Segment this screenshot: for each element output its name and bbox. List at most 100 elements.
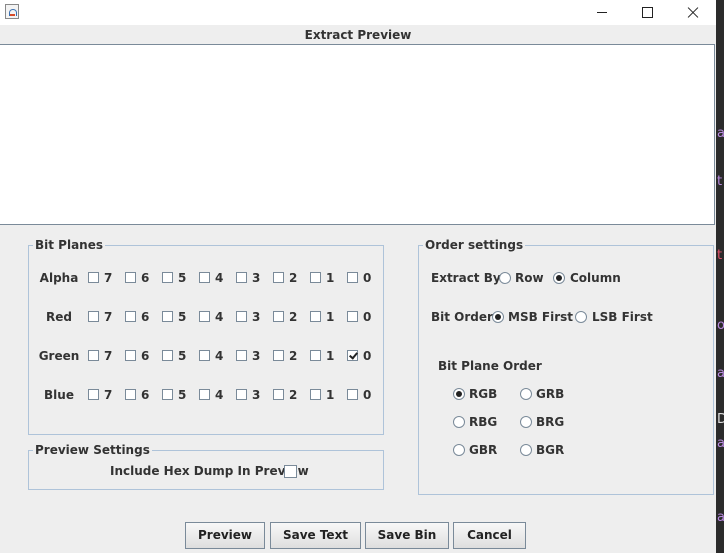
close-button[interactable] bbox=[670, 0, 716, 25]
bit-label[interactable]: 5 bbox=[178, 388, 186, 402]
bit-checkbox[interactable] bbox=[199, 350, 210, 361]
bg-char: t bbox=[717, 174, 723, 189]
plane-order-radio-bgr[interactable] bbox=[520, 444, 532, 456]
bit-checkbox[interactable] bbox=[347, 389, 358, 400]
plane-order-radio-rbg[interactable] bbox=[453, 416, 465, 428]
bit-label[interactable]: 4 bbox=[215, 349, 223, 363]
bit-checkbox[interactable] bbox=[88, 350, 99, 361]
lsb-first-radio[interactable] bbox=[575, 311, 587, 323]
bit-checkbox[interactable] bbox=[310, 389, 321, 400]
plane-order-radio-gbr[interactable] bbox=[453, 444, 465, 456]
bit-label[interactable]: 5 bbox=[178, 271, 186, 285]
bit-checkbox[interactable] bbox=[88, 389, 99, 400]
bit-checkbox[interactable] bbox=[88, 311, 99, 322]
bit-label[interactable]: 6 bbox=[141, 310, 149, 324]
bit-label[interactable]: 3 bbox=[252, 271, 260, 285]
bit-checkbox[interactable] bbox=[310, 272, 321, 283]
bit-label[interactable]: 1 bbox=[326, 349, 334, 363]
bit-checkbox[interactable] bbox=[125, 389, 136, 400]
bit-label[interactable]: 7 bbox=[104, 271, 112, 285]
bit-checkbox[interactable] bbox=[236, 350, 247, 361]
extract-by-column-label[interactable]: Column bbox=[570, 271, 621, 285]
bit-label[interactable]: 0 bbox=[363, 310, 371, 324]
bit-label[interactable]: 2 bbox=[289, 271, 297, 285]
bit-checkbox[interactable] bbox=[199, 272, 210, 283]
plane-order-radio-rgb[interactable] bbox=[453, 388, 465, 400]
bit-label[interactable]: 3 bbox=[252, 388, 260, 402]
bit-checkbox[interactable] bbox=[125, 272, 136, 283]
bit-label[interactable]: 3 bbox=[252, 349, 260, 363]
bit-checkbox[interactable] bbox=[162, 272, 173, 283]
bit-checkbox[interactable] bbox=[162, 389, 173, 400]
hex-dump-checkbox[interactable] bbox=[284, 465, 297, 478]
lsb-first-label[interactable]: LSB First bbox=[592, 310, 653, 324]
extract-by-column-radio[interactable] bbox=[553, 272, 565, 284]
bit-label[interactable]: 3 bbox=[252, 310, 260, 324]
plane-order-label-grb[interactable]: GRB bbox=[536, 387, 564, 401]
bit-label[interactable]: 2 bbox=[289, 310, 297, 324]
preview-button[interactable]: Preview bbox=[185, 522, 265, 549]
bit-label[interactable]: 2 bbox=[289, 388, 297, 402]
bit-label[interactable]: 1 bbox=[326, 271, 334, 285]
save-text-button[interactable]: Save Text bbox=[270, 522, 361, 549]
bit-label[interactable]: 6 bbox=[141, 271, 149, 285]
bit-label[interactable]: 0 bbox=[363, 271, 371, 285]
bg-char: a bbox=[717, 366, 724, 381]
plane-order-label-gbr[interactable]: GBR bbox=[469, 443, 497, 457]
bit-checkbox[interactable] bbox=[162, 311, 173, 322]
plane-order-label-rgb[interactable]: RGB bbox=[469, 387, 497, 401]
bit-label[interactable]: 1 bbox=[326, 310, 334, 324]
bit-checkbox[interactable] bbox=[162, 350, 173, 361]
plane-order-radio-brg[interactable] bbox=[520, 416, 532, 428]
bit-label[interactable]: 7 bbox=[104, 388, 112, 402]
bg-char: a bbox=[717, 436, 724, 451]
bit-label[interactable]: 7 bbox=[104, 349, 112, 363]
bit-row-label-1: Red bbox=[46, 310, 72, 324]
plane-order-label-rbg[interactable]: RBG bbox=[469, 415, 497, 429]
plane-order-radio-grb[interactable] bbox=[520, 388, 532, 400]
extract-preview-title: Extract Preview bbox=[304, 28, 412, 42]
bit-checkbox[interactable] bbox=[273, 350, 284, 361]
bit-label[interactable]: 6 bbox=[141, 349, 149, 363]
bit-checkbox[interactable] bbox=[347, 350, 358, 361]
save-bin-button[interactable]: Save Bin bbox=[365, 522, 449, 549]
bit-label[interactable]: 4 bbox=[215, 310, 223, 324]
extract-by-row-label[interactable]: Row bbox=[515, 271, 544, 285]
bit-label[interactable]: 7 bbox=[104, 310, 112, 324]
bit-checkbox[interactable] bbox=[236, 272, 247, 283]
title-bar bbox=[0, 0, 716, 25]
msb-first-radio[interactable] bbox=[492, 311, 504, 323]
bit-label[interactable]: 6 bbox=[141, 388, 149, 402]
bit-checkbox[interactable] bbox=[88, 272, 99, 283]
cancel-button[interactable]: Cancel bbox=[453, 522, 526, 549]
bit-checkbox[interactable] bbox=[199, 389, 210, 400]
minimize-button[interactable] bbox=[579, 0, 625, 25]
bit-label[interactable]: 4 bbox=[215, 388, 223, 402]
bit-checkbox[interactable] bbox=[310, 350, 321, 361]
plane-order-label-brg[interactable]: BRG bbox=[536, 415, 564, 429]
extract-by-row-radio[interactable] bbox=[499, 272, 511, 284]
extract-by-label: Extract By bbox=[431, 271, 501, 285]
bit-checkbox[interactable] bbox=[236, 389, 247, 400]
maximize-button[interactable] bbox=[624, 0, 670, 25]
bit-label[interactable]: 1 bbox=[326, 388, 334, 402]
bit-checkbox[interactable] bbox=[273, 311, 284, 322]
bit-checkbox[interactable] bbox=[347, 272, 358, 283]
bit-checkbox[interactable] bbox=[199, 311, 210, 322]
bit-label[interactable]: 0 bbox=[363, 349, 371, 363]
bit-checkbox[interactable] bbox=[273, 389, 284, 400]
bit-checkbox[interactable] bbox=[273, 272, 284, 283]
bit-label[interactable]: 0 bbox=[363, 388, 371, 402]
bit-label[interactable]: 4 bbox=[215, 271, 223, 285]
bit-label[interactable]: 2 bbox=[289, 349, 297, 363]
bit-checkbox[interactable] bbox=[125, 350, 136, 361]
msb-first-label[interactable]: MSB First bbox=[508, 310, 573, 324]
bit-label[interactable]: 5 bbox=[178, 310, 186, 324]
bit-checkbox[interactable] bbox=[236, 311, 247, 322]
plane-order-label-bgr[interactable]: BGR bbox=[536, 443, 564, 457]
bit-checkbox[interactable] bbox=[125, 311, 136, 322]
extract-preview-area[interactable] bbox=[0, 44, 715, 225]
bit-checkbox[interactable] bbox=[310, 311, 321, 322]
bit-checkbox[interactable] bbox=[347, 311, 358, 322]
bit-label[interactable]: 5 bbox=[178, 349, 186, 363]
